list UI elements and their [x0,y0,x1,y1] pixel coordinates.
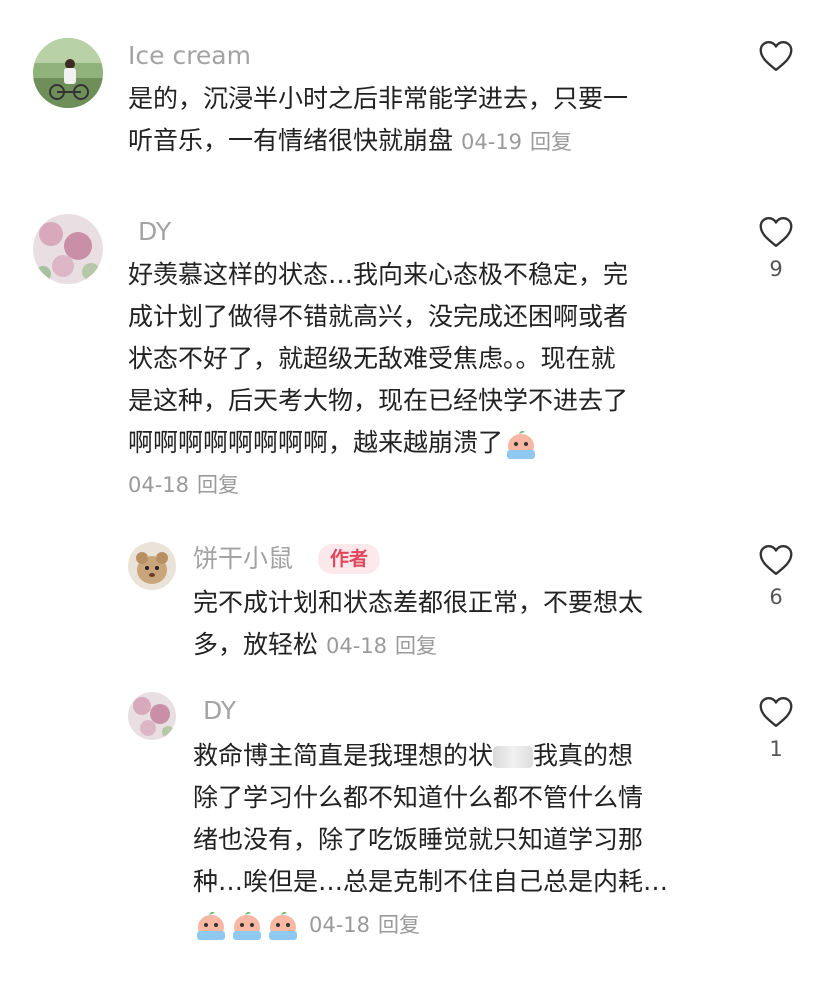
comment-date: 04-18 [128,473,190,497]
heart-outline-icon [759,217,793,247]
comment-line: 好羡慕这样的状态…我向来心态极不稳定，完 [128,260,629,289]
avatar[interactable] [33,38,103,108]
comment-line: 成计划了做得不错就高兴，没完成还困啊或者 [128,302,629,331]
comment-line: 多，放轻松 [193,630,319,659]
comment-line: 是的，沉浸半小时之后非常能学进去，只要一 [128,84,629,113]
blurred-text [493,746,534,768]
crying-peach-emoji [194,909,228,941]
heart-outline-icon [759,41,793,71]
like-button[interactable] [756,40,796,72]
like-count: 6 [769,585,783,609]
reply-item: 饼干小鼠 作者 完不成计划和状态差都很正常，不要想太 多，放轻松 04-18 回复 … [0,530,828,680]
username[interactable]: DY [203,695,236,727]
comment-text: 救命博主简直是我理想的状 我真的想 除了学习什么都不知道什么都不管什么情 绪也没有… [193,735,668,946]
crying-peach-emoji [266,909,300,941]
comment-line: 状态不好了，就超级无敌难受焦虑。。现在就 [128,344,616,373]
crying-peach-emoji [230,909,264,941]
comment-meta: 04-18 回复 [309,913,420,937]
comment-meta: 04-19 回复 [461,130,572,154]
comment-text: 完不成计划和状态差都很正常，不要想太 多，放轻松 04-18 回复 [193,582,643,667]
comment-line: 救命博主简直是我理想的状 [193,741,494,770]
comment-line: 除了学习什么都不知道什么都不管什么情 [193,783,644,812]
comment-meta: 04-18 回复 [128,464,628,506]
avatar[interactable] [33,214,103,284]
heart-outline-icon [759,545,793,575]
comment-line: 我真的想 [533,741,634,770]
comment-date: 04-18 [326,634,388,658]
like-count: 1 [769,737,783,761]
heart-outline-icon [759,697,793,727]
comment-item: Ice cream 是的，沉浸半小时之后非常能学进去，只要一 听音乐，一有情绪很… [0,0,828,190]
like-count: 9 [769,257,783,281]
like-button[interactable]: 6 [756,544,796,608]
comment-line: 啊啊啊啊啊啊啊啊，越来越崩溃了 [128,428,504,457]
reply-button[interactable]: 回复 [378,913,420,937]
username[interactable]: 饼干小鼠 [193,543,293,575]
avatar[interactable] [128,542,176,590]
like-button[interactable]: 1 [756,696,796,760]
comment-line: 是这种，后天考大物，现在已经快学不进去了 [128,386,629,415]
comment-line: 种…唉但是…总是克制不住自己总是内耗… [193,867,669,896]
reply-button[interactable]: 回复 [197,473,239,497]
username[interactable]: Ice cream [128,40,251,72]
author-badge: 作者 [318,544,381,574]
crying-peach-emoji [504,428,538,460]
comment-item: DY 好羡慕这样的状态…我向来心态极不稳定，完 成计划了做得不错就高兴，没完成还… [0,190,828,520]
comment-line: 听音乐，一有情绪很快就崩盘 [128,126,454,155]
comment-line: 绪也没有，除了吃饭睡觉就只知道学习那 [193,825,644,854]
username[interactable]: DY [138,216,171,248]
comment-text: 是的，沉浸半小时之后非常能学进去，只要一 听音乐，一有情绪很快就崩盘 04-19 回… [128,78,628,163]
comment-date: 04-19 [461,130,523,154]
reply-button[interactable]: 回复 [530,130,572,154]
comment-meta: 04-18 回复 [326,634,437,658]
comment-text: 好羡慕这样的状态…我向来心态极不稳定，完 成计划了做得不错就高兴，没完成还困啊或… [128,254,628,506]
avatar[interactable] [128,692,176,740]
reply-button[interactable]: 回复 [395,634,437,658]
like-button[interactable]: 9 [756,216,796,280]
comment-line: 完不成计划和状态差都很正常，不要想太 [193,588,644,617]
reply-item: DY 救命博主简直是我理想的状 我真的想 除了学习什么都不知道什么都不管什么情 绪… [0,680,828,980]
comment-date: 04-18 [309,913,371,937]
